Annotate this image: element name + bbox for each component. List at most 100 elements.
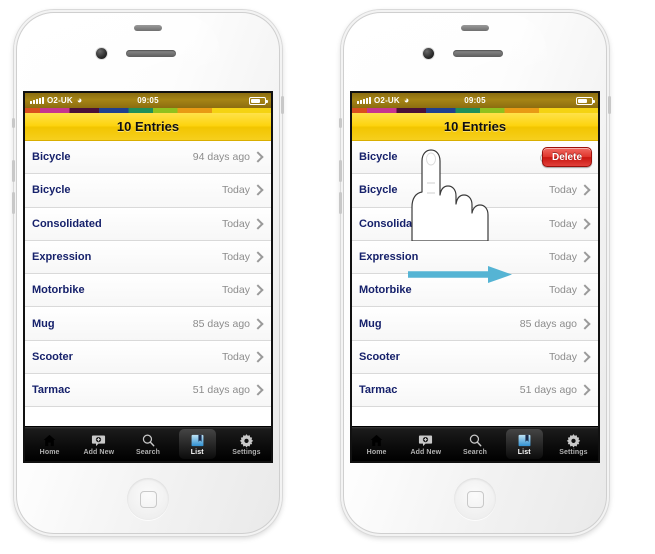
list-item-meta: Today: [548, 217, 577, 230]
volume-up-button[interactable]: [339, 160, 342, 182]
list-item[interactable]: Expression Today: [25, 240, 271, 275]
tab-search[interactable]: Search: [450, 427, 499, 461]
battery-icon: [576, 96, 595, 105]
list-item-title: Bicycle: [359, 184, 398, 197]
sim-tray: [281, 96, 284, 114]
list-item[interactable]: Scooter Today: [352, 340, 598, 375]
tab-search[interactable]: Search: [123, 427, 172, 461]
list-item[interactable]: Tarmac 51 days ago: [352, 374, 598, 408]
list-item[interactable]: Mug 85 days ago: [25, 307, 271, 341]
list-item-title: Mug: [359, 317, 382, 330]
list-item[interactable]: Bicycle Today: [352, 174, 598, 208]
list-item-title: Bicycle: [32, 184, 71, 197]
tab-home[interactable]: Home: [25, 427, 74, 461]
silent-switch[interactable]: [12, 118, 15, 128]
list-item-title: Motorbike: [32, 284, 85, 297]
list-item-meta: Today: [221, 184, 250, 197]
entries-list-left[interactable]: Bicycle 94 days ago Bicycle Today Consolidat…: [25, 141, 271, 408]
phone-right: O2-UK ◕ 09:05 10 Entries Bicycle Delete Bi…: [327, 0, 654, 554]
chevron-right-icon: [252, 284, 264, 296]
front-camera-icon: [423, 48, 434, 59]
home-button-icon[interactable]: [127, 478, 169, 520]
tab-bar-right[interactable]: Home Add New Search List Settings: [352, 426, 598, 461]
chevron-right-icon: [579, 218, 591, 230]
chevron-right-icon: [252, 384, 264, 396]
tab-label: Home: [366, 448, 387, 456]
list-item-meta: 51 days ago: [519, 384, 577, 397]
front-camera-icon: [96, 48, 107, 59]
list-icon: [517, 433, 532, 448]
list-item-title: Scooter: [359, 350, 400, 363]
tab-home[interactable]: Home: [352, 427, 401, 461]
list-item-title: Consolidated: [32, 217, 102, 230]
tab-list[interactable]: List: [173, 427, 222, 461]
list-item[interactable]: Expression Today: [352, 240, 598, 275]
search-icon: [141, 433, 156, 448]
list-item-title: Motorbike: [359, 284, 412, 297]
tab-label: Home: [39, 448, 60, 456]
chevron-right-icon: [252, 151, 264, 163]
tab-add-new[interactable]: Add New: [74, 427, 123, 461]
list-item-title: Tarmac: [359, 384, 398, 397]
chevron-right-icon: [579, 351, 591, 363]
chevron-right-icon: [252, 317, 264, 330]
tab-label: Search: [136, 448, 160, 456]
list-item-title: Mug: [32, 317, 55, 330]
tab-add-new[interactable]: Add New: [401, 427, 450, 461]
list-item-meta: 51 days ago: [192, 384, 250, 397]
volume-up-button[interactable]: [12, 160, 15, 182]
list-item-meta: Today: [221, 350, 250, 363]
status-clock: 09:05: [137, 96, 159, 105]
page-title: 10 Entries: [116, 119, 180, 134]
list-item-meta: 94 days ago: [192, 151, 250, 164]
navigation-bar: 10 Entries: [25, 113, 271, 141]
tab-bar-left[interactable]: Home Add New Search List Settings: [25, 426, 271, 461]
list-item[interactable]: Tarmac 51 days ago: [25, 374, 271, 408]
tab-label: Add New: [410, 448, 442, 456]
two-phone-comparison: O2-UK ◕ 09:05 10 Entries Bicycle 94 days …: [0, 0, 655, 554]
chevron-right-icon: [579, 317, 591, 330]
tab-label: Search: [463, 448, 487, 456]
list-item[interactable]: Consolidated Today: [352, 207, 598, 241]
list-item-meta: Today: [548, 251, 577, 264]
proximity-sensor-icon: [461, 25, 489, 31]
list-item-meta: Today: [221, 251, 250, 264]
list-item-meta: Today: [548, 350, 577, 363]
list-item-meta: 85 days ago: [519, 317, 577, 330]
list-item-title: Bicycle: [32, 151, 71, 164]
iphone-body-right: O2-UK ◕ 09:05 10 Entries Bicycle Delete Bi…: [339, 10, 611, 536]
tab-label: List: [190, 448, 204, 456]
volume-down-button[interactable]: [339, 192, 342, 214]
list-item-title: Expression: [359, 251, 419, 264]
search-icon: [468, 433, 483, 448]
tab-settings[interactable]: Settings: [549, 427, 598, 461]
list-item[interactable]: Motorbike Today: [352, 274, 598, 308]
home-icon: [369, 433, 384, 448]
list-item-meta: Today: [221, 217, 250, 230]
list-item[interactable]: Consolidated Today: [25, 207, 271, 241]
list-item[interactable]: Bicycle Delete: [352, 141, 598, 175]
volume-down-button[interactable]: [12, 192, 15, 214]
proximity-sensor-icon: [134, 25, 162, 31]
entries-list-right[interactable]: Bicycle Delete Bicycle Today Consolidated Tod…: [352, 141, 598, 408]
status-bar: O2-UK ◕ 09:05: [25, 93, 271, 108]
phone-left: O2-UK ◕ 09:05 10 Entries Bicycle 94 days …: [0, 0, 327, 554]
list-item[interactable]: Motorbike Today: [25, 274, 271, 308]
home-button-icon[interactable]: [454, 478, 496, 520]
delete-button[interactable]: Delete: [541, 147, 592, 168]
earpiece-speaker-icon: [453, 50, 503, 57]
list-item-meta: Today: [221, 284, 250, 297]
list-item[interactable]: Mug 85 days ago: [352, 307, 598, 341]
silent-switch[interactable]: [339, 118, 342, 128]
list-item-meta: Today: [548, 284, 577, 297]
list-item[interactable]: Scooter Today: [25, 340, 271, 375]
sim-tray: [608, 96, 611, 114]
chevron-right-icon: [252, 351, 264, 363]
list-item[interactable]: Bicycle Today: [25, 174, 271, 208]
tab-label: Settings: [232, 448, 261, 456]
gear-icon: [239, 433, 254, 448]
list-item[interactable]: Bicycle 94 days ago: [25, 141, 271, 175]
tab-settings[interactable]: Settings: [222, 427, 271, 461]
tab-list[interactable]: List: [500, 427, 549, 461]
list-item-title: Expression: [32, 251, 92, 264]
